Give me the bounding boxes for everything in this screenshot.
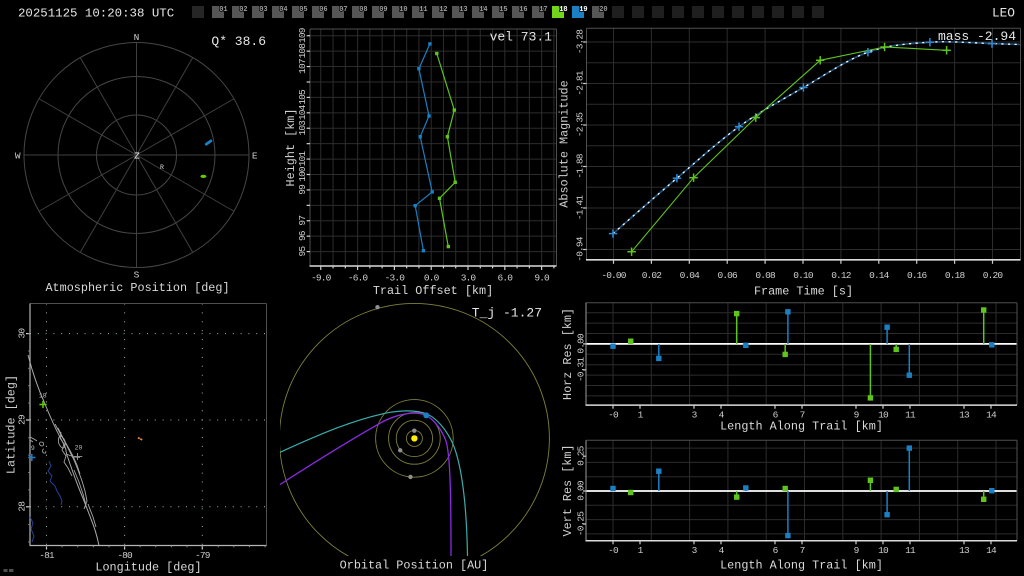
svg-text:-80: -80 [117,550,133,561]
svg-text:N: N [134,32,140,43]
svg-text:0.06: 0.06 [717,270,738,281]
svg-text:97: 97 [297,216,308,226]
svg-text:-81: -81 [39,550,55,561]
svg-text:mass -2.94: mass -2.94 [938,29,1016,44]
svg-text:Orbital Position [AU]: Orbital Position [AU] [340,559,489,573]
svg-text:Latitude [deg]: Latitude [deg] [5,375,19,474]
svg-text:13: 13 [959,409,970,420]
svg-text:11: 11 [905,545,916,556]
svg-text:15: 15 [499,6,507,14]
svg-text:Atmospheric Position [deg]: Atmospheric Position [deg] [45,281,229,295]
svg-text:-2.35: -2.35 [575,112,586,137]
svg-text:19: 19 [579,6,587,14]
svg-text:-0.94: -0.94 [575,236,586,261]
svg-text:Length Along Trail [km]: Length Along Trail [km] [720,420,883,434]
svg-text:28: 28 [17,501,28,512]
svg-text:S: S [134,270,140,281]
svg-text:105: 105 [297,89,308,105]
svg-text:R: R [160,164,164,171]
svg-text:Longitude [deg]: Longitude [deg] [95,561,201,575]
svg-text:T_j -1.27: T_j -1.27 [472,306,542,321]
svg-text:6.0: 6.0 [498,273,514,284]
svg-text:17: 17 [539,6,547,14]
svg-text:E: E [252,150,258,161]
svg-text:0.18: 0.18 [945,270,966,281]
svg-text:-0: -0 [608,545,619,556]
svg-text:12: 12 [439,6,447,14]
svg-text:02: 02 [239,6,247,14]
svg-text:-6.0: -6.0 [348,273,369,284]
svg-text:04: 04 [279,6,287,14]
svg-text:20251125 10:20:38 UTC: 20251125 10:20:38 UTC [18,7,174,21]
svg-text:01: 01 [219,6,227,14]
svg-text:13: 13 [959,545,970,556]
svg-text:11: 11 [419,6,427,14]
svg-text:Vert Res [km]: Vert Res [km] [561,444,575,536]
svg-text:14: 14 [986,545,997,556]
svg-text:0.02: 0.02 [642,270,663,281]
svg-text:11: 11 [905,409,916,420]
svg-text:03: 03 [259,6,267,14]
svg-text:3.0: 3.0 [461,273,477,284]
svg-text:107: 107 [297,59,308,74]
svg-text:20: 20 [75,445,83,452]
svg-text:7: 7 [800,545,805,556]
svg-text:Z: Z [134,151,140,162]
svg-text:96: 96 [297,230,308,241]
svg-text:-9.0: -9.0 [311,273,332,284]
svg-text:05: 05 [299,6,307,14]
svg-text:13: 13 [459,6,467,14]
svg-text:-1.88: -1.88 [575,153,586,178]
svg-text:0.16: 0.16 [907,270,928,281]
svg-text:LEO: LEO [992,6,1015,21]
svg-text:-3.28: -3.28 [575,29,586,54]
svg-text:0.04: 0.04 [680,270,701,281]
svg-text:9: 9 [31,445,35,452]
svg-text:-3.0: -3.0 [385,273,406,284]
svg-text:Q* 38.6: Q* 38.6 [211,34,266,49]
svg-text:18: 18 [39,393,47,400]
svg-text:0.14: 0.14 [869,270,890,281]
svg-text:-0: -0 [608,409,619,420]
svg-text:0.20: 0.20 [983,270,1004,281]
svg-text:104: 104 [297,104,308,120]
svg-text:0.08: 0.08 [755,270,776,281]
svg-text:109: 109 [297,27,308,43]
svg-text:Horz Res [km]: Horz Res [km] [561,308,575,400]
svg-text:14: 14 [479,6,487,14]
svg-text:08: 08 [359,6,367,14]
svg-text:0.0: 0.0 [424,273,440,284]
svg-text:0.12: 0.12 [831,270,852,281]
svg-text:Trail Offset [km]: Trail Offset [km] [373,284,493,298]
svg-text:07: 07 [339,6,347,14]
svg-text:14: 14 [986,409,997,420]
svg-text:95: 95 [297,246,308,257]
svg-text:103: 103 [297,120,308,136]
svg-text:9.0: 9.0 [534,273,550,284]
svg-text:30: 30 [17,328,28,339]
svg-text:-79: -79 [195,550,211,561]
svg-text:20: 20 [599,6,607,14]
svg-text:-1.41: -1.41 [575,195,586,220]
svg-text:Absolute Magnitude: Absolute Magnitude [558,80,572,207]
svg-text:16: 16 [519,6,527,14]
svg-text:09: 09 [379,6,387,14]
svg-text:10: 10 [878,545,889,556]
svg-text:0.10: 0.10 [793,270,814,281]
svg-text:101: 101 [297,151,308,167]
svg-text:18: 18 [559,6,567,14]
svg-text:Height [km]: Height [km] [284,109,298,187]
svg-text:Frame Time [s]: Frame Time [s] [754,285,853,299]
svg-text:06: 06 [319,6,327,14]
svg-text:Length Along Trail [km]: Length Along Trail [km] [720,559,883,573]
svg-text:99: 99 [297,184,308,195]
svg-text:108: 108 [297,43,308,59]
svg-text:-2.81: -2.81 [575,70,586,95]
svg-text:100: 100 [297,166,308,182]
svg-text:vel 73.1: vel 73.1 [490,30,553,45]
svg-text:10: 10 [399,6,407,14]
svg-text:-0.00: -0.00 [601,270,626,281]
svg-text:W: W [15,150,21,161]
